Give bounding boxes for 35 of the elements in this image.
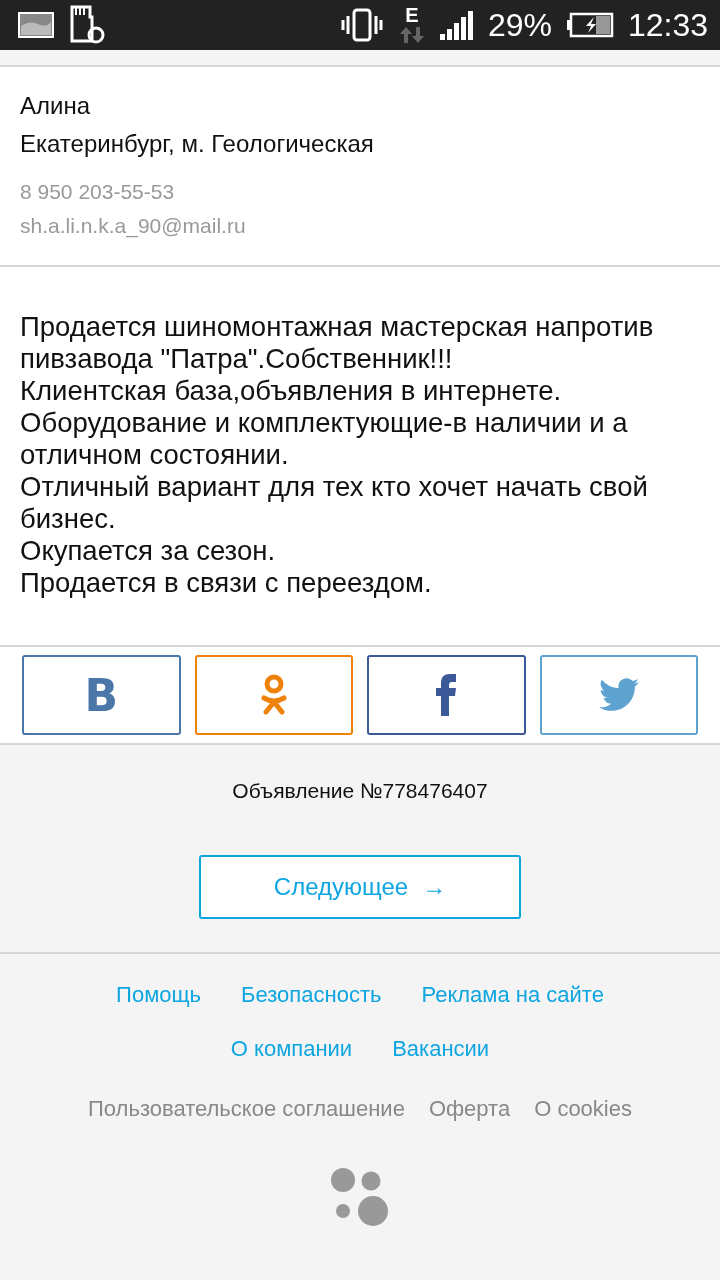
image-icon: [18, 12, 54, 38]
footer-link[interactable]: Реклама на сайте: [421, 982, 604, 1008]
footer-link[interactable]: О компании: [230, 1036, 353, 1062]
network-type: E: [405, 5, 419, 25]
footer-link[interactable]: Вакансии: [392, 1036, 490, 1062]
share-button[interactable]: В: [22, 655, 181, 735]
clock: 12:33: [627, 6, 708, 44]
seller-location: Екатеринбург, м. Геологическая: [20, 129, 375, 159]
description-line: Окупается за сезон.: [20, 535, 277, 567]
description-line: Оборудование и комплектующие-в наличии и а отличном состоянии.: [20, 407, 629, 471]
footer-link[interactable]: Оферта: [428, 1096, 511, 1122]
signal-icon: [439, 10, 474, 40]
footer-link[interactable]: Пользовательское соглашение: [88, 1096, 405, 1122]
phone-number: 8 950 203-55-53: [20, 179, 176, 205]
logo-icon: [331, 1168, 389, 1226]
seller-name: Алина: [20, 91, 92, 121]
description-line: Клиентская база,объявления в интернете.: [20, 375, 563, 407]
data-arrows-icon: [397, 25, 426, 45]
share-button[interactable]: [367, 655, 526, 735]
footer-link[interactable]: Помощь: [116, 982, 202, 1008]
email-address: sh.a.li.n.k.a_90@mail.ru: [20, 213, 247, 240]
footer-link[interactable]: О cookies: [534, 1096, 632, 1122]
footer-link[interactable]: Безопасность: [241, 982, 382, 1008]
ad-number: Объявление №778476407: [231, 779, 489, 803]
description-line: Отличный вариант для тех кто хочет начать свой бизнес.: [20, 471, 649, 535]
next-button[interactable]: Следующее →: [199, 855, 521, 919]
battery-percent: 29%: [487, 6, 552, 44]
battery-charging-icon: [565, 12, 614, 38]
description-line: Продается шиномонтажная мастерская напротив пивзавода "Патра".Собственник!!!: [20, 311, 655, 375]
vibrate-icon: [339, 8, 384, 42]
bird-icon: [598, 678, 639, 712]
description-line: Продается в связи с переездом.: [20, 567, 433, 599]
person-icon: [260, 674, 287, 716]
sd-card-sync-icon: [68, 5, 106, 45]
letter-f-icon: [435, 674, 458, 716]
